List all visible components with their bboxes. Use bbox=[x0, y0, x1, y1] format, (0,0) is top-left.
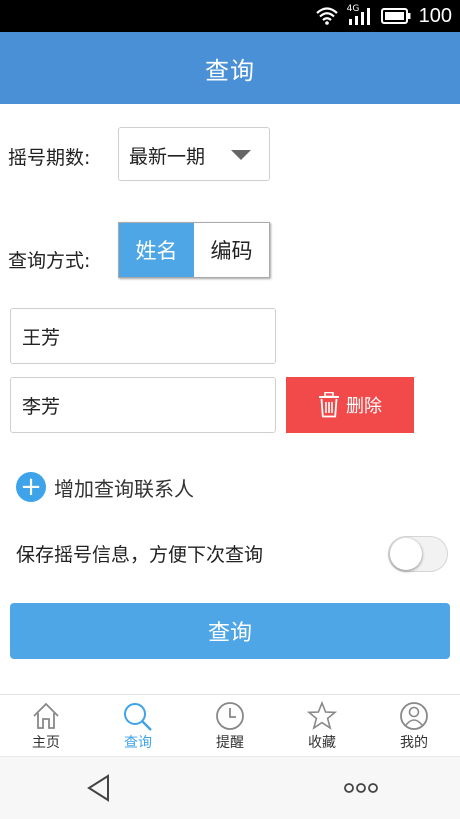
plus-icon: + bbox=[16, 472, 46, 502]
name-input-1[interactable]: 王芳 bbox=[10, 308, 276, 364]
back-icon[interactable] bbox=[86, 774, 112, 802]
wifi-icon bbox=[315, 7, 338, 25]
tab-label: 提醒 bbox=[216, 735, 244, 751]
query-button[interactable]: 查询 bbox=[10, 603, 450, 659]
method-option-code[interactable]: 编码 bbox=[194, 223, 269, 277]
tab-mine[interactable]: 我的 bbox=[368, 695, 460, 757]
system-nav-bar bbox=[0, 756, 460, 819]
tab-label: 查询 bbox=[124, 735, 152, 751]
tab-reminder[interactable]: 提醒 bbox=[184, 695, 276, 757]
search-icon bbox=[124, 703, 152, 731]
trash-icon bbox=[319, 392, 339, 418]
status-icons: 4G 100 bbox=[315, 0, 452, 32]
more-icon[interactable] bbox=[343, 782, 379, 794]
tab-search[interactable]: 查询 bbox=[92, 695, 184, 757]
battery-level: 100 bbox=[418, 4, 452, 27]
period-label: 摇号期数: bbox=[8, 147, 91, 169]
period-select[interactable]: 最新一期 bbox=[118, 127, 270, 181]
period-value: 最新一期 bbox=[129, 146, 206, 168]
signal-icon: 4G bbox=[347, 4, 373, 26]
delete-button[interactable]: 删除 bbox=[286, 377, 414, 433]
star-icon bbox=[307, 701, 337, 730]
tab-label: 主页 bbox=[32, 735, 60, 751]
home-icon bbox=[33, 702, 59, 729]
status-bar: 4G 100 bbox=[0, 0, 460, 32]
tab-label: 我的 bbox=[400, 735, 428, 751]
clock-icon bbox=[216, 702, 244, 730]
title-bar: 查询 bbox=[0, 32, 460, 104]
save-info-toggle[interactable] bbox=[388, 536, 448, 572]
add-contact-button[interactable]: + 增加查询联系人 bbox=[16, 472, 194, 502]
name-input-2[interactable]: 李芳 bbox=[10, 377, 276, 433]
tab-label: 收藏 bbox=[308, 735, 336, 751]
user-icon bbox=[400, 702, 428, 730]
delete-label: 删除 bbox=[346, 396, 382, 417]
method-segmented-control: 姓名 编码 bbox=[118, 222, 270, 278]
tab-favorites[interactable]: 收藏 bbox=[276, 695, 368, 757]
method-label: 查询方式: bbox=[8, 250, 91, 272]
dropdown-arrow-icon bbox=[231, 150, 251, 160]
battery-icon bbox=[380, 8, 411, 24]
toggle-knob bbox=[390, 538, 422, 570]
bottom-tab-bar: 主页 查询 提醒 收藏 我的 bbox=[0, 694, 460, 757]
tab-home[interactable]: 主页 bbox=[0, 695, 92, 757]
save-info-label: 保存摇号信息，方便下次查询 bbox=[16, 544, 264, 566]
method-option-name[interactable]: 姓名 bbox=[119, 223, 194, 277]
page-title: 查询 bbox=[205, 56, 255, 85]
add-contact-label: 增加查询联系人 bbox=[54, 476, 194, 501]
